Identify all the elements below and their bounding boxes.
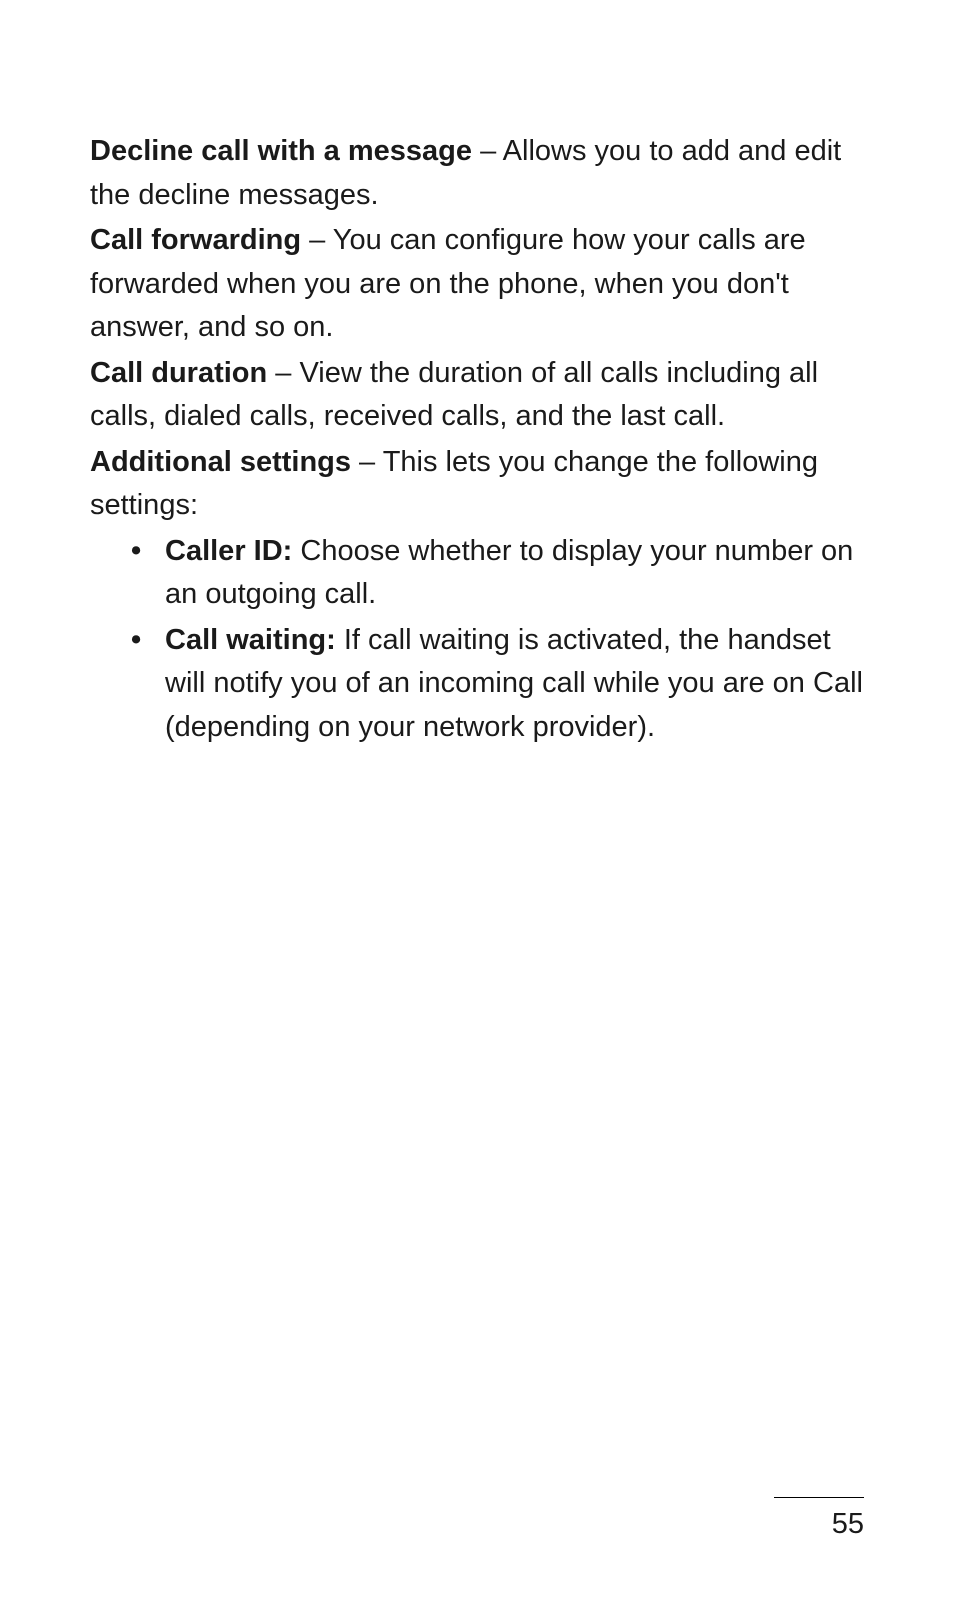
term-bold: Call forwarding (90, 224, 301, 256)
term-bold: Decline call with a message (90, 135, 472, 167)
paragraph-call-forwarding: Call forwarding – You can configure how … (90, 219, 864, 350)
list-term-bold: Caller ID: (165, 535, 292, 567)
bullet-icon: • (131, 530, 141, 574)
bullet-icon: • (131, 619, 141, 663)
paragraph-decline-call: Decline call with a message – Allows you… (90, 130, 864, 217)
term-bold: Call duration (90, 357, 267, 389)
page-content: Decline call with a message – Allows you… (90, 130, 864, 749)
paragraph-call-duration: Call duration – View the duration of all… (90, 352, 864, 439)
list-item-caller-id: • Caller ID: Choose whether to display y… (165, 530, 864, 617)
paragraph-additional-settings: Additional settings – This lets you chan… (90, 441, 864, 528)
list-term-bold: Call waiting: (165, 624, 336, 656)
page-number: 55 (832, 1508, 864, 1540)
page-number-divider (774, 1497, 864, 1498)
page-number-container: 55 (774, 1497, 864, 1541)
term-bold: Additional settings (90, 446, 351, 478)
list-item-call-waiting: • Call waiting: If call waiting is activ… (165, 619, 864, 750)
settings-list: • Caller ID: Choose whether to display y… (90, 530, 864, 750)
